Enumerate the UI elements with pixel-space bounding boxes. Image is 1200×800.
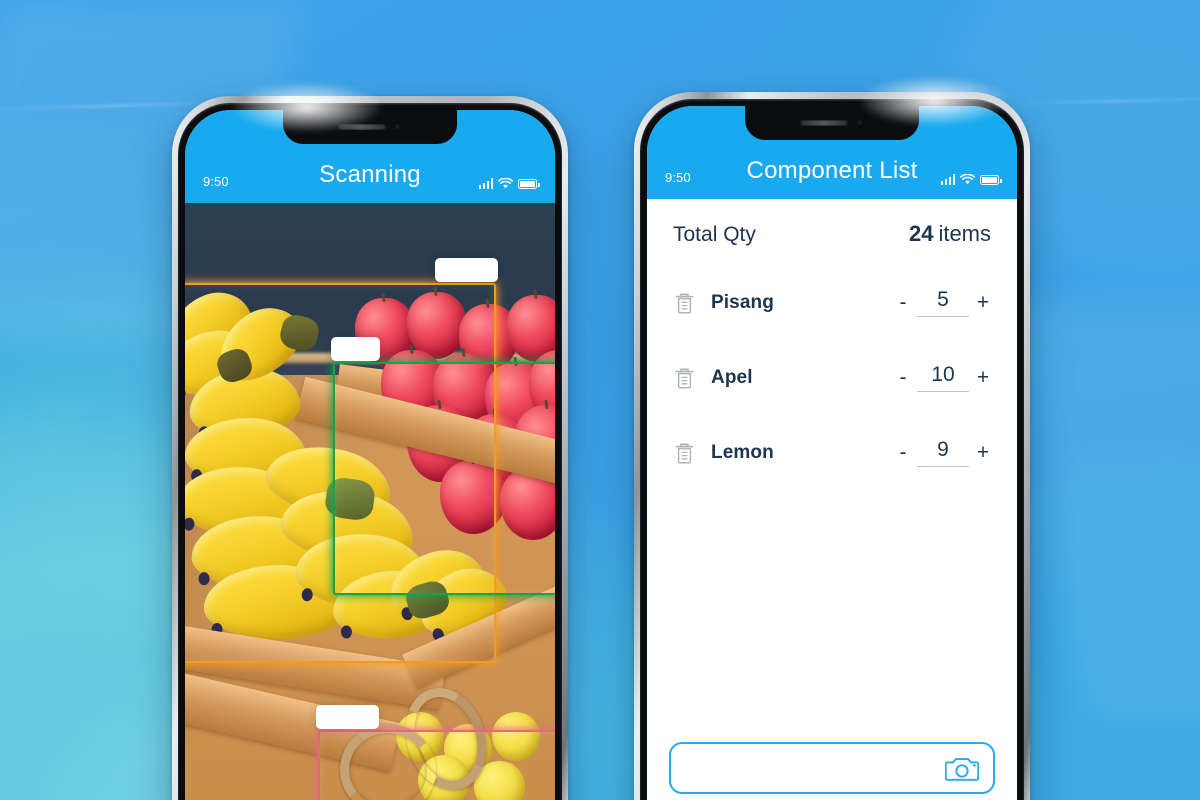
decrement-button[interactable]: -	[891, 442, 915, 463]
component-list-view: Total Qty 24 items Pisang - 5 + Apel - 1…	[647, 199, 1017, 800]
decrement-button[interactable]: -	[891, 367, 915, 388]
camera-preview[interactable]: Pisang Apel Lemon	[185, 203, 555, 800]
component-items: Pisang - 5 + Apel - 10 + Lemon - 9 +	[647, 251, 1017, 490]
phone-mockup-scanning: 9:50 Scanning Pisang Apel Lemon	[172, 82, 568, 800]
front-camera-icon	[856, 119, 864, 127]
phone-notch	[283, 110, 457, 144]
trash-icon[interactable]	[669, 366, 699, 390]
phone-notch	[745, 106, 919, 140]
trash-icon[interactable]	[669, 291, 699, 315]
page-title: Component List	[746, 157, 918, 184]
total-qty-label: Total Qty	[673, 223, 756, 246]
quantity-stepper[interactable]: - 10 +	[891, 363, 995, 392]
increment-button[interactable]: +	[971, 292, 995, 313]
front-camera-icon	[394, 123, 402, 131]
battery-icon	[980, 174, 1002, 185]
detection-label: Apel	[331, 337, 381, 362]
item-name: Pisang	[711, 291, 774, 313]
quantity-value[interactable]: 10	[917, 363, 969, 392]
total-qty-value: 24 items	[909, 221, 991, 247]
quantity-stepper[interactable]: - 9 +	[891, 438, 995, 467]
item-name: Apel	[711, 366, 753, 388]
capture-bar	[647, 742, 1017, 800]
trash-icon[interactable]	[669, 441, 699, 465]
earpiece-speaker-icon	[799, 120, 848, 126]
phone-body: 9:50 Scanning Pisang Apel Lemon	[178, 103, 562, 800]
increment-button[interactable]: +	[971, 442, 995, 463]
increment-button[interactable]: +	[971, 367, 995, 388]
list-item[interactable]: Lemon - 9 +	[669, 415, 995, 490]
detection-label: Lemon	[316, 705, 380, 730]
phone-mockup-component-list: 9:50 Component List Total Qty 24 items P…	[634, 76, 1030, 800]
status-icons	[925, 174, 1002, 185]
total-qty-row: Total Qty 24 items	[647, 199, 1017, 251]
list-item[interactable]: Pisang - 5 +	[669, 265, 995, 340]
quantity-value[interactable]: 5	[917, 288, 969, 317]
wifi-icon	[960, 174, 975, 185]
phone-screen-scanning: 9:50 Scanning Pisang Apel Lemon	[185, 110, 555, 800]
wifi-icon	[498, 178, 513, 189]
decrement-button[interactable]: -	[891, 292, 915, 313]
page-title: Scanning	[319, 161, 421, 188]
detection-box-lemon[interactable]: Lemon	[316, 705, 555, 800]
total-qty-unit: items	[938, 221, 991, 246]
quantity-value[interactable]: 9	[917, 438, 969, 467]
phone-screen-component-list: 9:50 Component List Total Qty 24 items P…	[647, 106, 1017, 800]
status-time: 9:50	[203, 174, 229, 189]
total-qty-count: 24	[908, 221, 934, 246]
signal-bars-icon	[940, 174, 955, 185]
status-icons	[463, 178, 540, 189]
detection-box-apel[interactable]: Apel	[331, 337, 555, 596]
detection-rect	[318, 730, 555, 800]
capture-button[interactable]	[669, 742, 995, 794]
earpiece-speaker-icon	[337, 124, 386, 130]
signal-bars-icon	[478, 178, 493, 189]
detection-rect	[333, 362, 555, 596]
phone-body: 9:50 Component List Total Qty 24 items P…	[640, 99, 1024, 800]
item-name: Lemon	[711, 441, 774, 463]
quantity-stepper[interactable]: - 5 +	[891, 288, 995, 317]
list-item[interactable]: Apel - 10 +	[669, 340, 995, 415]
status-time: 9:50	[665, 170, 691, 185]
camera-icon	[945, 757, 979, 781]
detection-label: Pisang	[434, 257, 498, 282]
battery-icon	[518, 178, 540, 189]
